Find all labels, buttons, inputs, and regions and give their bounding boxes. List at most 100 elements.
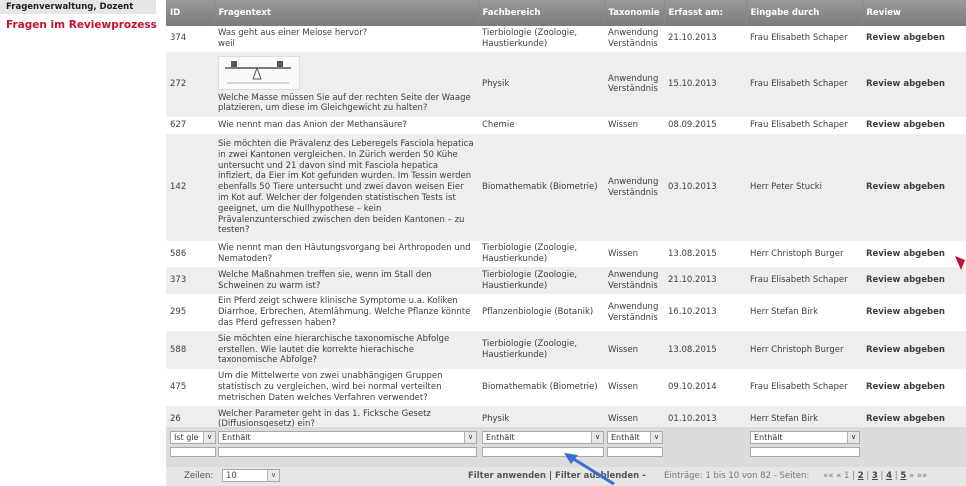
text-filter-select[interactable]: Enthält ∨ <box>218 431 477 444</box>
cell-fachbereich: Pflanzenbiologie (Botanik) <box>478 293 604 332</box>
review-link[interactable]: Review abgeben <box>862 26 966 53</box>
cell-eingabe: Frau Elisabeth Schaper <box>746 26 862 53</box>
page-link-2[interactable]: 2 <box>858 471 864 481</box>
column-header-fachbereich[interactable]: Fachbereich <box>478 0 605 26</box>
id-filter-value: Ist gle <box>174 433 199 442</box>
cell-taxonomie: Anwendung Verständnis <box>604 26 664 53</box>
cell-id: 374 <box>166 26 214 53</box>
review-link[interactable]: Review abgeben <box>862 368 966 407</box>
cell-erfasst: 08.09.2015 <box>664 116 746 136</box>
cell-taxonomie: Anwendung Verständnis <box>604 267 664 295</box>
page-link-1[interactable]: 1 <box>844 471 849 481</box>
review-link[interactable]: Review abgeben <box>862 267 966 295</box>
cell-fachbereich: Chemie <box>478 116 604 136</box>
table-row: 586 Wie nennt man den Häutungsvorgang be… <box>166 240 966 268</box>
id-filter-input[interactable] <box>170 447 216 457</box>
arrow-shaft <box>571 456 615 486</box>
cell-eingabe: Frau Elisabeth Schaper <box>746 267 862 295</box>
column-header-id[interactable]: ID <box>166 0 215 26</box>
review-link[interactable]: Review abgeben <box>862 331 966 370</box>
review-link[interactable]: Review abgeben <box>862 293 966 332</box>
column-header-fragentext[interactable]: Fragentext <box>214 0 479 26</box>
column-header-erfasst[interactable]: Erfasst am: <box>664 0 747 26</box>
cell-taxonomie: Wissen <box>604 368 664 407</box>
cell-fragentext: Wie nennt man das Anion der Methansäure? <box>214 116 478 136</box>
cell-erfasst: 09.10.2014 <box>664 368 746 407</box>
table-row: 475 Um die Mittelwerte von zwei unabhängi… <box>166 368 966 407</box>
cell-taxonomie: Anwendung Verständnis <box>604 134 664 242</box>
tax-filter-select[interactable]: Enthält ∨ <box>607 431 663 444</box>
cell-fragentext: Sie möchten eine hierarchische taxonomis… <box>214 331 478 370</box>
table-row: 374 Was geht aus einer Meiose hervor? wei… <box>166 26 966 53</box>
cell-taxonomie: Wissen <box>604 116 664 136</box>
apply-filter-link[interactable]: Filter anwenden <box>468 471 546 481</box>
pager-next[interactable]: » »» <box>909 471 927 481</box>
rows-per-page-select[interactable]: 10 ∨ <box>222 469 280 482</box>
red-marker <box>955 256 965 270</box>
chevron-down-icon[interactable]: ∨ <box>591 432 603 443</box>
text-filter-input[interactable] <box>218 447 477 457</box>
sidebar-item-review-process[interactable]: Fragen im Reviewprozess <box>0 19 157 31</box>
entries-info: Einträge: 1 bis 10 von 82 - Seiten: <box>664 471 810 481</box>
page-link-5[interactable]: 5 <box>900 471 906 481</box>
table-row: 373 Welche Maßnahmen treffen sie, wenn im… <box>166 267 966 295</box>
cell-fragentext: Wie nennt man den Häutungsvorgang bei Ar… <box>214 240 478 268</box>
cell-taxonomie: Wissen <box>604 331 664 370</box>
column-header-review[interactable]: Review <box>862 0 966 26</box>
cell-taxonomie: Wissen <box>604 240 664 268</box>
chevron-down-icon[interactable]: ∨ <box>464 432 476 443</box>
tax-filter-value: Enthält <box>611 433 640 442</box>
table-row: 627 Wie nennt man das Anion der Methansäu… <box>166 116 966 136</box>
cell-erfasst: 15.10.2013 <box>664 52 746 118</box>
cell-fragentext: Sie möchten die Prävalenz des Leberegels… <box>214 134 478 242</box>
cell-fachbereich: Tierbiologie (Zoologie, Haustierkunde) <box>478 26 604 53</box>
cell-eingabe: Herr Stefan Birk <box>746 293 862 332</box>
cell-id: 373 <box>166 267 214 295</box>
cell-id: 272 <box>166 52 214 118</box>
review-link[interactable]: Review abgeben <box>862 116 966 136</box>
chevron-down-icon[interactable]: ∨ <box>650 432 662 443</box>
cell-fachbereich: Biomathematik (Biometrie) <box>478 134 604 242</box>
fach-filter-value: Enthält <box>486 433 515 442</box>
cell-id: 295 <box>166 293 214 332</box>
chevron-down-icon[interactable]: ∨ <box>847 432 859 443</box>
page-links: «« « 1 | 2 | 3 | 4 | 5 » »» <box>823 471 928 481</box>
review-link[interactable]: Review abgeben <box>862 134 966 242</box>
chevron-down-icon[interactable]: ∨ <box>267 470 279 481</box>
cell-eingabe: Frau Elisabeth Schaper <box>746 52 862 118</box>
review-link[interactable]: Review abgeben <box>862 52 966 118</box>
cell-eingabe: Herr Peter Stucki <box>746 134 862 242</box>
cell-erfasst: 21.10.2013 <box>664 26 746 53</box>
red-marker-shape <box>955 256 965 270</box>
cell-fachbereich: Tierbiologie (Zoologie, Haustierkunde) <box>478 331 604 370</box>
cell-eingabe: Frau Elisabeth Schaper <box>746 116 862 136</box>
pager-prev[interactable]: «« « <box>823 471 841 481</box>
page-link-4[interactable]: 4 <box>886 471 892 481</box>
cell-erfasst: 16.10.2013 <box>664 293 746 332</box>
cell-fragentext: Ein Pferd zeigt schwere klinische Sympto… <box>214 293 478 332</box>
cell-erfasst: 13.08.2015 <box>664 331 746 370</box>
by-filter-value: Enthält <box>754 433 783 442</box>
fach-filter-select[interactable]: Enthält ∨ <box>482 431 604 444</box>
table-row: 588 Sie möchten eine hierarchische taxon… <box>166 331 966 370</box>
cell-erfasst: 13.08.2015 <box>664 240 746 268</box>
cell-fachbereich: Tierbiologie (Zoologie, Haustierkunde) <box>478 240 604 268</box>
id-filter-select[interactable]: Ist gle ∨ <box>170 431 216 444</box>
chevron-down-icon[interactable]: ∨ <box>203 432 215 443</box>
cell-fragentext: Welche Maßnahmen treffen sie, wenn im St… <box>214 267 478 295</box>
column-header-taxonomie[interactable]: Taxonomie <box>604 0 665 26</box>
by-filter-input[interactable] <box>750 447 860 457</box>
cell-fragentext: Um die Mittelwerte von zwei unabhängigen… <box>214 368 478 407</box>
balance-image <box>218 55 300 90</box>
column-header-eingabe[interactable]: Eingabe durch <box>746 0 863 26</box>
cell-id: 588 <box>166 331 214 370</box>
page-link-3[interactable]: 3 <box>872 471 878 481</box>
table-row: 272 Welche Masse müssen Sie auf der recht… <box>166 52 966 118</box>
table-header-row: ID Fragentext Fachbereich Taxonomie Erfa… <box>166 0 966 26</box>
cell-id: 586 <box>166 240 214 268</box>
review-link[interactable]: Review abgeben <box>862 240 966 268</box>
cell-id: 142 <box>166 134 214 242</box>
sidebar-header[interactable]: Fragenverwaltung, Dozent <box>0 0 156 14</box>
cell-fachbereich: Biomathematik (Biometrie) <box>478 368 604 407</box>
by-filter-select[interactable]: Enthält ∨ <box>750 431 860 444</box>
